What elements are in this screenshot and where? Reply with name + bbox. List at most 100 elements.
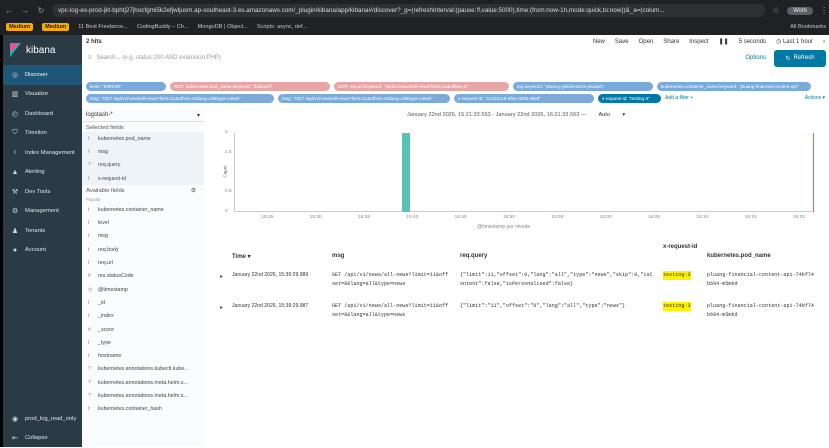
sidebar-item-visualize[interactable]: ▥Visualize: [3, 85, 82, 105]
field-type-icon: ?: [88, 393, 94, 399]
y-tick-label: 0: [225, 209, 228, 214]
profile-button[interactable]: Work: [787, 7, 813, 15]
field-item[interactable]: tx-request-id: [82, 172, 204, 185]
time-picker[interactable]: ◷ Last 1 hour: [776, 38, 813, 45]
bookmark-codingbuddy[interactable]: CodingBuddy – Ch...: [137, 24, 189, 30]
gear-icon[interactable]: ⚙: [191, 188, 196, 194]
forward-icon[interactable]: →: [20, 6, 30, 15]
pause-icon[interactable]: ❚❚: [719, 38, 729, 45]
filter-pill[interactable]: x-request-id: "31323cc9-8f4e-40d5-98af": [454, 94, 594, 103]
options-button[interactable]: Options: [745, 55, 766, 61]
save-button[interactable]: Save: [615, 39, 629, 45]
table-row[interactable]: ▸January 22nd 2026, 15:39:29.987GET /api…: [207, 302, 829, 334]
url-field[interactable]: vpc-log-es-prod-jkt-bphtj27jhocfgmi5k2ef…: [52, 4, 765, 17]
menu-icon[interactable]: ≡: [88, 55, 92, 61]
refresh-button[interactable]: ↻Refresh: [774, 50, 826, 67]
refresh-interval[interactable]: 5 seconds: [739, 39, 766, 45]
sidebar-item-alerting[interactable]: ▲Alerting: [3, 163, 82, 183]
field-item[interactable]: ?kubernetes.annotations.meta.helm.s...: [82, 376, 204, 389]
filter-pill[interactable]: msg: "GET /api/v1/news/all-news?limit=11…: [86, 94, 274, 103]
field-item[interactable]: t_index: [82, 310, 204, 323]
field-item[interactable]: tkubernetes.container_name: [82, 203, 204, 216]
field-item[interactable]: t_type: [82, 336, 204, 349]
kibana-logo-icon: [10, 43, 21, 57]
x-axis-label: @timestamp per minute: [477, 224, 530, 230]
x-tick-label: 16:05: [648, 215, 660, 220]
field-item[interactable]: tlevel: [82, 216, 204, 229]
histogram-bar[interactable]: [402, 133, 410, 212]
table-row[interactable]: ▸January 22nd 2026, 15:39:29.989GET /api…: [207, 271, 829, 303]
expand-row-icon[interactable]: ▸: [220, 304, 223, 311]
filter-pill[interactable]: msg: "GET /api/v1/news/all-news?limit=11…: [278, 94, 450, 103]
menu-icon[interactable]: ⋮: [819, 6, 829, 15]
sidebar-user[interactable]: ◉prod_log_read_only: [3, 409, 82, 429]
bookmark-mongodb[interactable]: MongoDB | Object...: [198, 24, 248, 30]
cell-query-line: {"limit":11,"offset":0,"lang":"all","typ…: [460, 272, 653, 278]
col-time[interactable]: Time ▾: [232, 253, 251, 260]
sidebar-item-timelion[interactable]: ⛉Timelion: [3, 124, 82, 144]
field-item[interactable]: ?kubernetes.annotations.meta.helm.s...: [82, 389, 204, 402]
field-item[interactable]: ?req.query: [82, 159, 204, 172]
field-item[interactable]: t_id: [82, 296, 204, 309]
field-item[interactable]: thostname: [82, 349, 204, 362]
inspect-button[interactable]: Inspect: [689, 39, 708, 45]
field-item[interactable]: tkubernetes.container_hash: [82, 403, 204, 416]
open-button[interactable]: Open: [639, 39, 654, 45]
field-item[interactable]: treq.body: [82, 243, 204, 256]
field-item[interactable]: ?kubernetes.annotations.kubectl.kube...: [82, 363, 204, 376]
kibana-logo[interactable]: kibana: [3, 35, 82, 65]
field-type-icon: ◷: [88, 287, 94, 293]
sidebar-collapse[interactable]: ⇤Collapse: [3, 429, 82, 448]
bookmark-medium-2[interactable]: Medium: [42, 23, 69, 31]
filter-pill[interactable]: tag.keyword: "pluang-global-stock-produc…: [513, 82, 653, 91]
bookmark-scripts[interactable]: Scripts: async, def...: [257, 24, 307, 30]
expand-row-icon[interactable]: ▸: [220, 273, 223, 280]
discover-main: 2 hits New Save Open Share Inspect ❚❚ 5 …: [82, 35, 829, 447]
star-icon[interactable]: ☆: [771, 6, 781, 15]
col-x-request-id[interactable]: x-request-id: [663, 244, 697, 250]
time-range-label: Last 1 hour: [783, 39, 813, 45]
cell-time: January 22nd 2026, 15:39:29.987: [232, 302, 308, 311]
sidebar-item-index-management[interactable]: ıIndex Management: [3, 143, 82, 163]
chevron-right-icon[interactable]: ›: [823, 39, 825, 45]
col-req-query[interactable]: req.query: [460, 253, 487, 259]
sidebar-item-discover[interactable]: ◎Discover: [3, 65, 82, 85]
bookmarks-bar: Medium Medium 11 Best Freelance... Codin…: [6, 21, 826, 33]
col-pod-name[interactable]: kubernetes.pod_name: [707, 253, 771, 259]
actions-button[interactable]: Actions ▾: [805, 95, 825, 101]
filter-pill[interactable]: kubernetes.container_name.keyword: "plua…: [657, 82, 811, 91]
filter-pill[interactable]: NOT: kubernetes.pod_name.keyword: "finbo…: [170, 82, 330, 91]
interval-select[interactable]: Auto ▾: [598, 112, 625, 118]
field-item[interactable]: #_score: [82, 323, 204, 336]
sidebar-item-dev-tools[interactable]: ⚒Dev Tools: [3, 182, 82, 202]
bookmark-medium-1[interactable]: Medium: [6, 23, 33, 31]
col-msg[interactable]: msg: [332, 253, 344, 259]
search-input[interactable]: ≡ Search... (e.g. status:200 AND extensi…: [82, 49, 745, 67]
field-item[interactable]: tmsg: [82, 145, 204, 158]
bookmark-freelance[interactable]: 11 Best Freelance...: [78, 24, 128, 30]
cell-x-request-id: testing-3: [663, 302, 691, 311]
filter-pill[interactable]: NOT: req.url.keyword: "/api/v1/news/all-…: [334, 82, 509, 91]
sidebar-item-label: Timelion: [25, 130, 47, 136]
sidebar-item-management[interactable]: ⚙Management: [3, 202, 82, 222]
field-item[interactable]: ◷@timestamp: [82, 283, 204, 296]
field-item[interactable]: tkubernetes.pod_name: [82, 132, 204, 145]
filter-pill[interactable]: level: "ERROR": [86, 82, 166, 91]
all-bookmarks[interactable]: All Bookmarks: [790, 24, 826, 30]
add-filter-button[interactable]: Add a filter +: [665, 95, 693, 101]
reload-icon[interactable]: ↻: [36, 6, 46, 15]
sidebar-item-tenants[interactable]: ♟Tenants: [3, 221, 82, 241]
index-pattern-select[interactable]: logstash-*▾: [82, 109, 204, 122]
field-name: req.url: [98, 260, 113, 266]
sidebar-item-dashboard[interactable]: ◴Dashboard: [3, 104, 82, 124]
available-fields-title: Available fields: [86, 188, 125, 194]
field-item[interactable]: treq.url: [82, 256, 204, 269]
sidebar-item-account[interactable]: ●Account: [3, 241, 82, 261]
new-button[interactable]: New: [593, 39, 605, 45]
field-item[interactable]: tmsg: [82, 230, 204, 243]
filter-pill-active[interactable]: x-request-id: "testing-3": [598, 94, 661, 103]
back-icon[interactable]: ←: [4, 6, 14, 15]
cell-pod-name: pluang-financial-content-api-74bf74b694-…: [707, 271, 814, 288]
share-button[interactable]: Share: [663, 39, 679, 45]
field-item[interactable]: #res.statusCode: [82, 270, 204, 283]
